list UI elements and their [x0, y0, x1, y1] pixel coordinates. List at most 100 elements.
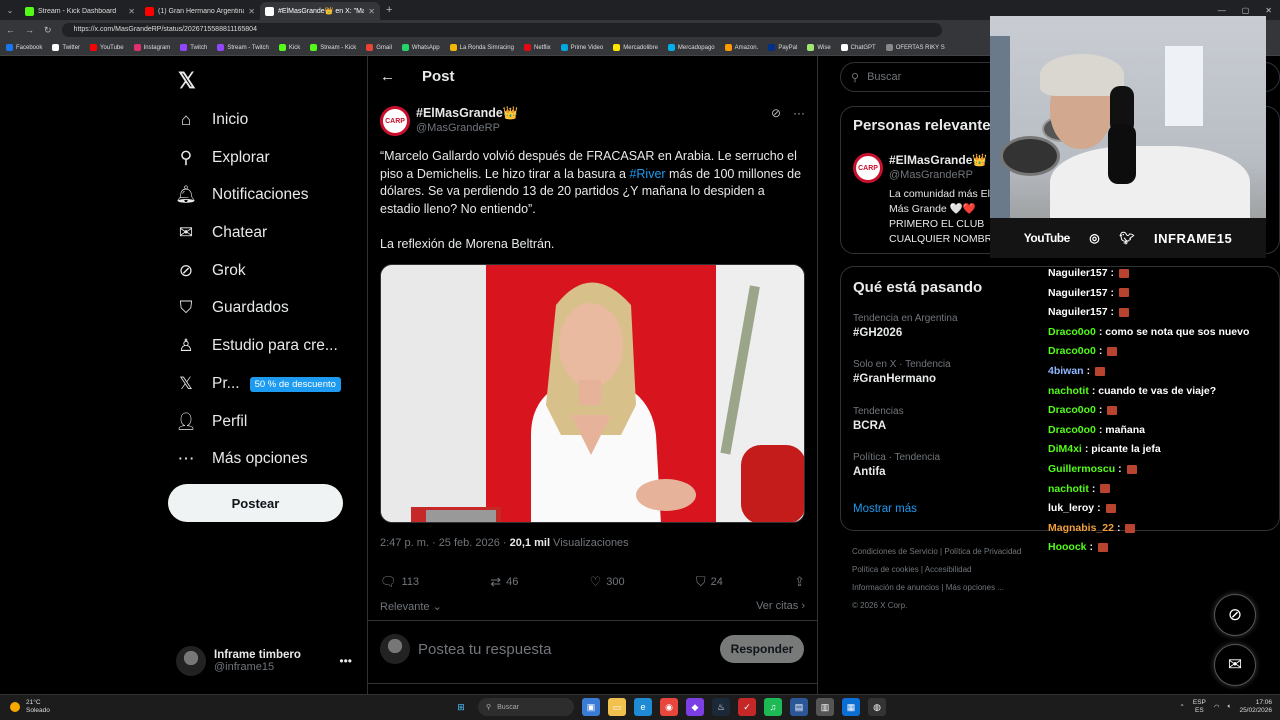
bookmark-item[interactable]: Mercadolibre — [613, 44, 658, 51]
trend-item[interactable]: Tendencias BCRA — [853, 406, 904, 432]
hashtag-link[interactable]: #River — [629, 167, 665, 181]
show-more-link[interactable]: Mostrar más — [853, 503, 917, 515]
close-tab-icon[interactable]: ✕ — [248, 7, 255, 16]
app-icon[interactable]: ◆ — [686, 698, 704, 716]
bookmark-item[interactable]: PayPal — [768, 44, 797, 51]
bookmark-item[interactable]: Gmail — [366, 44, 392, 51]
back-arrow-icon[interactable]: ← — [380, 68, 395, 85]
bookmark-item[interactable]: OFERTAS RIKY S — [885, 44, 945, 51]
bookmark-item[interactable]: Instagram — [133, 44, 170, 51]
minimize-icon[interactable]: — — [1218, 6, 1226, 15]
volume-icon[interactable]: 🔈︎ — [1228, 703, 1232, 711]
trend-item[interactable]: Solo en X · Tendencia #GranHermano — [853, 359, 951, 385]
repost-action[interactable]: ⇄ 46 — [490, 574, 518, 590]
reply-input[interactable]: Postea tu respuesta — [418, 641, 551, 658]
bookmark-item[interactable]: Facebook — [6, 44, 42, 51]
bookmark-item[interactable]: Mercadopago — [667, 44, 715, 51]
app-icon[interactable]: ✓ — [738, 698, 756, 716]
post-button[interactable]: Postear — [168, 484, 343, 522]
obs-icon[interactable]: ◍ — [868, 698, 886, 716]
bookmark-item[interactable]: Twitter — [52, 44, 80, 51]
taskbar-search[interactable]: ⚲ Buscar — [478, 698, 574, 716]
app-icon[interactable]: ▤ — [790, 698, 808, 716]
windows-start-icon[interactable]: ⊞ — [452, 698, 470, 716]
nav-item-m-s-opciones[interactable]: ⋯ Más opciones — [176, 447, 308, 471]
reply-action[interactable]: 🗨︎ 113 — [380, 574, 419, 590]
new-tab-button[interactable]: + — [380, 4, 398, 16]
trend-item[interactable]: Política · Tendencia Antifa — [853, 452, 940, 478]
nav-item-perfil[interactable]: 👤︎ Perfil — [175, 410, 247, 434]
sort-dropdown[interactable]: Relevante ⌄ — [380, 600, 442, 613]
nav-item-guardados[interactable]: ⛉ Guardados — [176, 296, 289, 320]
post-image[interactable] — [380, 264, 805, 523]
bookmark-action[interactable]: ⛉ 24 — [696, 574, 723, 590]
bookmark-item[interactable]: La Ronda Simracing — [449, 44, 514, 51]
nav-item-notificaciones[interactable]: 🔔︎ Notificaciones — [175, 183, 308, 207]
grok-fab-icon[interactable]: ⊘ — [1214, 594, 1256, 636]
weather-widget[interactable]: 21°C Soleado — [10, 699, 50, 715]
account-switcher[interactable]: Inframe timbero @inframe15 ••• — [176, 644, 352, 678]
author-handle[interactable]: @MasGrandeRP — [416, 122, 500, 134]
reply-button[interactable]: Responder — [720, 635, 804, 663]
close-tab-icon[interactable]: ✕ — [368, 7, 375, 16]
browser-tab[interactable]: #ElMasGrande👑 en X: "Marcelo✕ — [260, 2, 380, 20]
bookmark-item[interactable]: YouTube — [90, 44, 124, 51]
promo-badge[interactable]: 50 % de descuento — [249, 376, 341, 392]
bookmark-item[interactable]: Netflix — [523, 44, 551, 51]
person-avatar[interactable]: CARP — [853, 153, 883, 183]
chrome-icon[interactable]: ◉ — [660, 698, 678, 716]
app-icon[interactable]: ▦ — [842, 698, 860, 716]
nav-item-pr[interactable]: 𝕏 Pr... 50 % de descuento — [176, 372, 341, 396]
nav-item-explorar[interactable]: ⚲ Explorar — [176, 146, 270, 170]
nav-item-grok[interactable]: ⊘ Grok — [176, 259, 246, 283]
footer-link[interactable]: Información de anuncios — [852, 583, 939, 592]
close-window-icon[interactable]: ✕ — [1265, 6, 1272, 15]
chevron-up-icon[interactable]: ⌃ — [1179, 703, 1184, 711]
person-name[interactable]: #ElMasGrande👑 — [889, 153, 987, 167]
bookmark-item[interactable]: Wise — [807, 44, 831, 51]
close-tab-icon[interactable]: ✕ — [128, 7, 135, 16]
x-logo-icon[interactable]: 𝕏 — [178, 68, 196, 94]
bookmark-item[interactable]: Kick — [278, 44, 300, 51]
reload-icon[interactable]: ↻ — [44, 25, 52, 36]
footer-link[interactable]: Política de Privacidad — [944, 547, 1021, 556]
browser-tab[interactable]: (1) Gran Hermano Argentina - You✕ — [140, 2, 260, 20]
maximize-icon[interactable]: ▢ — [1242, 6, 1250, 15]
bookmark-item[interactable]: Stream - Kick — [310, 44, 356, 51]
edge-icon[interactable]: e — [634, 698, 652, 716]
quotes-link[interactable]: Ver citas › — [756, 600, 805, 613]
browser-tab[interactable]: Stream - Kick Dashboard ✕ — [20, 2, 140, 20]
nav-item-estudio-para-cre[interactable]: ♙ Estudio para cre... — [176, 334, 337, 358]
bookmark-item[interactable]: Stream - Twitch — [217, 44, 269, 51]
app-icon[interactable]: ▥ — [816, 698, 834, 716]
bookmark-item[interactable]: Prime Video — [560, 44, 603, 51]
like-action[interactable]: ♡ 300 — [590, 574, 625, 590]
wifi-icon[interactable]: ◠ — [1214, 703, 1220, 711]
footer-link[interactable]: Condiciones de Servicio — [852, 547, 938, 556]
back-icon[interactable]: ← — [6, 25, 15, 35]
bookmark-item[interactable]: WhatsApp — [401, 44, 440, 51]
footer-link[interactable]: © 2026 X Corp. — [852, 601, 907, 610]
url-field[interactable]: https://x.com/MasGrandeRP/status/2026715… — [61, 23, 942, 37]
author-name[interactable]: #ElMasGrande👑 — [416, 106, 518, 121]
bookmark-item[interactable]: Twitch — [180, 44, 207, 51]
messages-fab-icon[interactable]: ✉ — [1214, 644, 1256, 686]
share-action[interactable]: ⇪ — [794, 574, 805, 590]
tab-list-icon[interactable]: ⌄ — [0, 0, 20, 20]
bookmark-item[interactable]: ChatGPT — [840, 44, 876, 51]
footer-link[interactable]: Accesibilidad — [925, 565, 972, 574]
spotify-icon[interactable]: ♫ — [764, 698, 782, 716]
steam-icon[interactable]: ♨ — [712, 698, 730, 716]
language-indicator[interactable]: ESP ES — [1193, 699, 1206, 715]
nav-item-chatear[interactable]: ✉ Chatear — [176, 221, 267, 245]
bookmark-item[interactable]: Amazon. — [724, 44, 758, 51]
nav-item-inicio[interactable]: ⌂ Inicio — [176, 108, 248, 132]
grok-icon[interactable]: ⊘ — [771, 106, 781, 120]
task-view-icon[interactable]: ▣ — [582, 698, 600, 716]
more-icon[interactable]: ••• — [339, 654, 352, 668]
file-explorer-icon[interactable]: ▭ — [608, 698, 626, 716]
footer-link[interactable]: Política de cookies — [852, 565, 919, 574]
more-icon[interactable]: ··· — [793, 106, 805, 120]
forward-icon[interactable]: → — [25, 25, 34, 35]
author-avatar[interactable]: CARP — [380, 106, 410, 136]
